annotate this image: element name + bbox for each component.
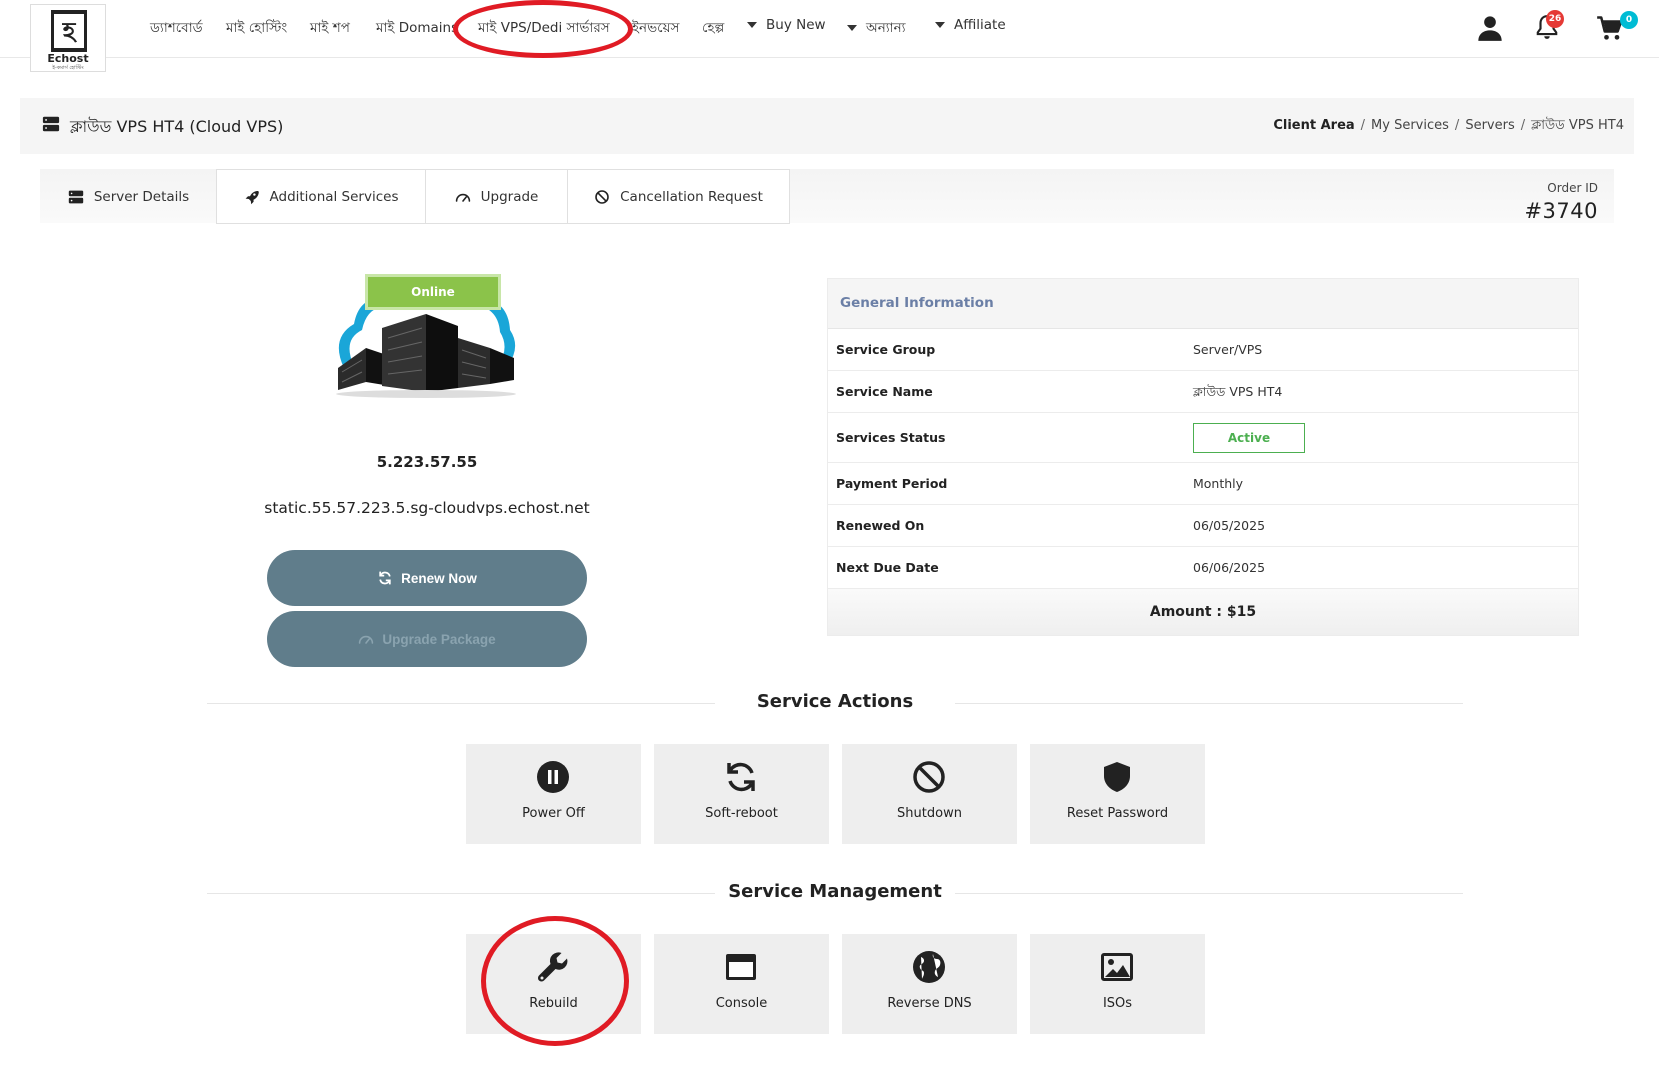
nav-others[interactable]: অন্যান্য bbox=[847, 17, 906, 40]
nav-my-vps-dedi-servers[interactable]: মাই VPS/Dedi সার্ভারস bbox=[478, 17, 610, 40]
table-row: Renewed On 06/05/2025 bbox=[828, 505, 1578, 547]
gauge-icon bbox=[455, 193, 470, 202]
image-icon bbox=[1101, 953, 1133, 981]
power-off-button[interactable]: Power Off bbox=[466, 744, 641, 844]
table-row: Service Group Server/VPS bbox=[828, 329, 1578, 371]
amount-total: Amount : $15 bbox=[828, 589, 1578, 635]
breadcrumb-current: ক্লাউড VPS HT4 bbox=[1531, 118, 1624, 133]
tab-upgrade[interactable]: Upgrade bbox=[425, 169, 568, 224]
table-row: Payment Period Monthly bbox=[828, 463, 1578, 505]
refresh-icon bbox=[379, 571, 391, 585]
upgrade-package-button[interactable]: Upgrade Package bbox=[267, 611, 587, 667]
divider bbox=[955, 703, 1463, 704]
breadcrumb-client-area[interactable]: Client Area bbox=[1273, 118, 1354, 133]
logo-tagline: ই-কমার্স হোস্টিং bbox=[52, 65, 84, 71]
payment-period-label: Payment Period bbox=[836, 476, 948, 491]
server-online-status: Online bbox=[365, 274, 501, 310]
notification-count-badge: 26 bbox=[1546, 10, 1564, 28]
breadcrumb-my-services[interactable]: My Services bbox=[1371, 118, 1449, 133]
refresh-icon bbox=[727, 762, 755, 792]
console-button[interactable]: Console bbox=[654, 934, 829, 1034]
general-information-header: General Information bbox=[828, 279, 1578, 329]
nav-my-hosting[interactable]: মাই হোস্টিং bbox=[226, 17, 287, 40]
payment-period-value: Monthly bbox=[1193, 476, 1244, 491]
service-group-label: Service Group bbox=[836, 342, 936, 357]
breadcrumb-servers[interactable]: Servers bbox=[1465, 118, 1514, 133]
divider bbox=[955, 893, 1463, 894]
logo-mark: হ bbox=[51, 10, 87, 52]
service-name-value: ক্লাউড VPS HT4 bbox=[1193, 384, 1283, 399]
user-icon[interactable] bbox=[1476, 14, 1504, 42]
server-hostname: static.55.57.223.5.sg-cloudvps.echost.ne… bbox=[264, 499, 590, 517]
tab-server-details[interactable]: Server Details bbox=[40, 169, 217, 224]
nav-my-domains[interactable]: মাই Domains bbox=[376, 17, 458, 40]
nav-buy-new[interactable]: Buy New bbox=[747, 17, 826, 33]
isos-button[interactable]: ISOs bbox=[1030, 934, 1205, 1034]
table-row: Services Status Active bbox=[828, 413, 1578, 463]
server-icon bbox=[42, 116, 60, 132]
service-name-label: Service Name bbox=[836, 384, 933, 399]
table-row: Next Due Date 06/06/2025 bbox=[828, 547, 1578, 589]
table-row: Service Name ক্লাউড VPS HT4 bbox=[828, 371, 1578, 413]
nav-dashboard[interactable]: ড্যাশবোর্ড bbox=[150, 17, 203, 40]
ban-icon bbox=[595, 189, 609, 204]
nav-affiliate[interactable]: Affiliate bbox=[935, 17, 1006, 33]
gauge-icon bbox=[359, 635, 374, 644]
nav-my-shop[interactable]: মাই শপ bbox=[310, 17, 350, 40]
divider bbox=[207, 893, 715, 894]
cart-count-badge: 0 bbox=[1620, 11, 1638, 29]
wrench-icon bbox=[537, 952, 568, 982]
chevron-down-icon bbox=[935, 22, 945, 28]
renew-now-button[interactable]: Renew Now bbox=[267, 550, 587, 606]
order-id-label: Order ID bbox=[1547, 181, 1598, 195]
general-information-panel: General Information Service Group Server… bbox=[827, 278, 1579, 636]
echost-logo[interactable]: হ Echost ই-কমার্স হোস্টিং bbox=[30, 4, 106, 72]
window-icon bbox=[726, 954, 756, 980]
tab-cancellation-request[interactable]: Cancellation Request bbox=[567, 169, 790, 224]
logo-name: Echost bbox=[47, 52, 89, 65]
status-badge: Active bbox=[1193, 423, 1305, 453]
service-actions-title: Service Actions bbox=[756, 691, 914, 712]
next-due-date-label: Next Due Date bbox=[836, 560, 939, 575]
page-header: ক্লাউড VPS HT4 (Cloud VPS) Client Area / M… bbox=[20, 98, 1634, 154]
service-management-title: Service Management bbox=[728, 881, 942, 902]
renewed-on-label: Renewed On bbox=[836, 518, 925, 533]
rocket-icon bbox=[245, 190, 259, 204]
service-group-value: Server/VPS bbox=[1193, 342, 1263, 357]
breadcrumb: Client Area / My Services / Servers / ক্লাউড V… bbox=[1273, 118, 1624, 133]
nav-invoices[interactable]: ইনভয়েস bbox=[632, 17, 679, 40]
soft-reboot-button[interactable]: Soft-reboot bbox=[654, 744, 829, 844]
reset-password-button[interactable]: Reset Password bbox=[1030, 744, 1205, 844]
server-icon bbox=[68, 190, 84, 203]
nav-help[interactable]: হেল্প bbox=[702, 17, 724, 40]
next-due-date-value: 06/06/2025 bbox=[1193, 560, 1266, 575]
services-status-label: Services Status bbox=[836, 430, 946, 445]
rebuild-button[interactable]: Rebuild bbox=[466, 934, 641, 1034]
shutdown-button[interactable]: Shutdown bbox=[842, 744, 1017, 844]
ban-icon bbox=[913, 761, 945, 793]
page-title: ক্লাউড VPS HT4 (Cloud VPS) bbox=[70, 117, 284, 136]
globe-icon bbox=[913, 951, 945, 983]
renewed-on-value: 06/05/2025 bbox=[1193, 518, 1266, 533]
server-ip-address: 5.223.57.55 bbox=[376, 453, 478, 471]
chevron-down-icon bbox=[747, 22, 757, 28]
shield-icon bbox=[1104, 762, 1130, 792]
divider bbox=[207, 703, 715, 704]
order-id-value: #3740 bbox=[1524, 199, 1598, 223]
tab-additional-services[interactable]: Additional Services bbox=[216, 169, 426, 224]
chevron-down-icon bbox=[847, 25, 857, 31]
pause-circle-icon bbox=[537, 761, 569, 793]
reverse-dns-button[interactable]: Reverse DNS bbox=[842, 934, 1017, 1034]
top-navbar: হ Echost ই-কমার্স হোস্টিং ড্যাশবোর্ড মাই… bbox=[0, 0, 1659, 72]
